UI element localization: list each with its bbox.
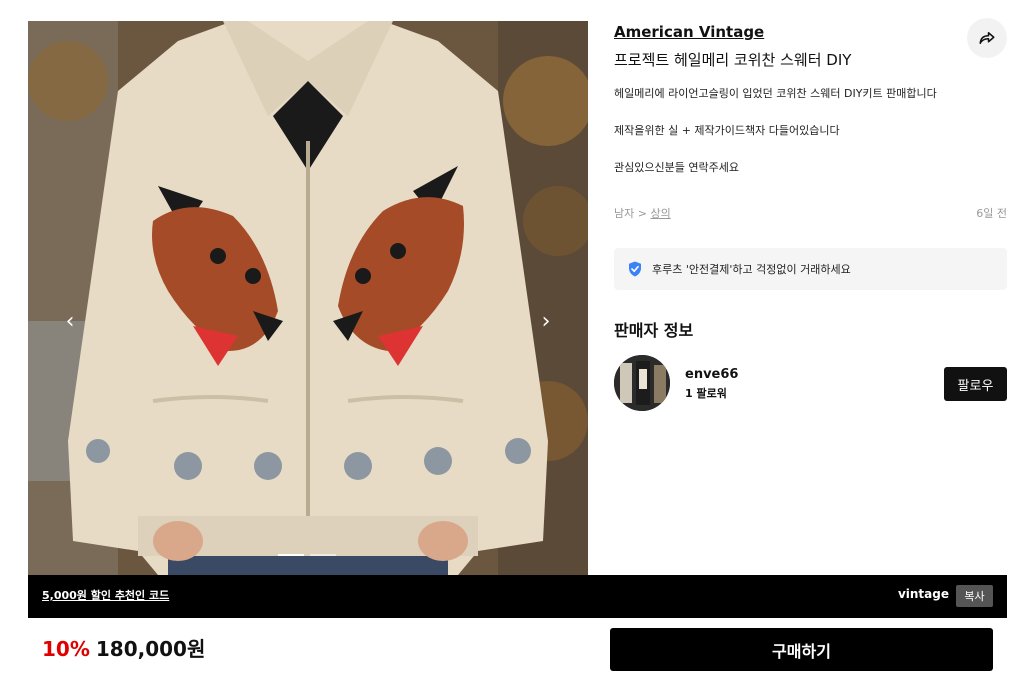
category-breadcrumb: 남자 > 상의	[614, 205, 671, 221]
shield-check-icon	[629, 261, 641, 277]
referral-promo-bar: 5,000원 할인 추천인 코드 vintage 복사	[28, 575, 1007, 618]
next-image-button[interactable]: ›	[536, 308, 556, 334]
seller-avatar[interactable]	[614, 355, 670, 411]
chevron-left-icon: ‹	[65, 308, 75, 334]
product-photo	[28, 21, 588, 575]
product-title: 프로젝트 헤일메리 코위찬 스웨터 DIY	[614, 51, 852, 69]
avatar-image	[614, 355, 670, 411]
referral-code: vintage	[897, 587, 949, 601]
product-image-gallery[interactable]: ‹ ›	[28, 21, 588, 575]
pagination-dot-2[interactable]	[310, 554, 336, 556]
share-icon	[979, 32, 995, 44]
category-link[interactable]: 상의	[650, 207, 670, 220]
price: 180,000원	[95, 637, 206, 661]
prev-image-button[interactable]: ‹	[60, 308, 80, 334]
category-prefix: 남자 >	[614, 207, 651, 220]
seller-name[interactable]: enve66	[685, 367, 738, 382]
follow-button[interactable]: 팔로우	[944, 367, 1007, 401]
description-line: 제작을위한 실 + 제작가이드책자 다들어있습니다	[614, 124, 840, 137]
seller-info-heading: 판매자 정보	[614, 321, 694, 340]
copy-code-button[interactable]: 복사	[956, 585, 993, 607]
description-line: 헤일메리에 라이언고슬링이 입었던 코위찬 스웨터 DIY키트 판매합니다	[614, 87, 937, 100]
buy-button[interactable]: 구매하기	[610, 628, 993, 671]
referral-code-link[interactable]: 5,000원 할인 추천인 코드	[42, 587, 169, 603]
posted-time: 6일 전	[976, 207, 1007, 220]
pagination-dot-1[interactable]	[278, 554, 304, 556]
description-line: 관심있으신분들 연락주세요	[614, 161, 739, 174]
discount-rate: 10%	[42, 637, 90, 661]
share-button[interactable]	[967, 18, 1007, 58]
image-pagination-dots	[278, 554, 336, 556]
brand-link[interactable]: American Vintage	[614, 23, 764, 41]
safe-payment-text: 후루츠 '안전결제'하고 걱정없이 거래하세요	[652, 263, 851, 276]
safe-payment-banner: 후루츠 '안전결제'하고 걱정없이 거래하세요	[614, 248, 1007, 290]
seller-followers: 1 팔로워	[685, 387, 727, 400]
price-row: 10% 180,000원	[42, 633, 205, 662]
chevron-right-icon: ›	[541, 308, 551, 334]
